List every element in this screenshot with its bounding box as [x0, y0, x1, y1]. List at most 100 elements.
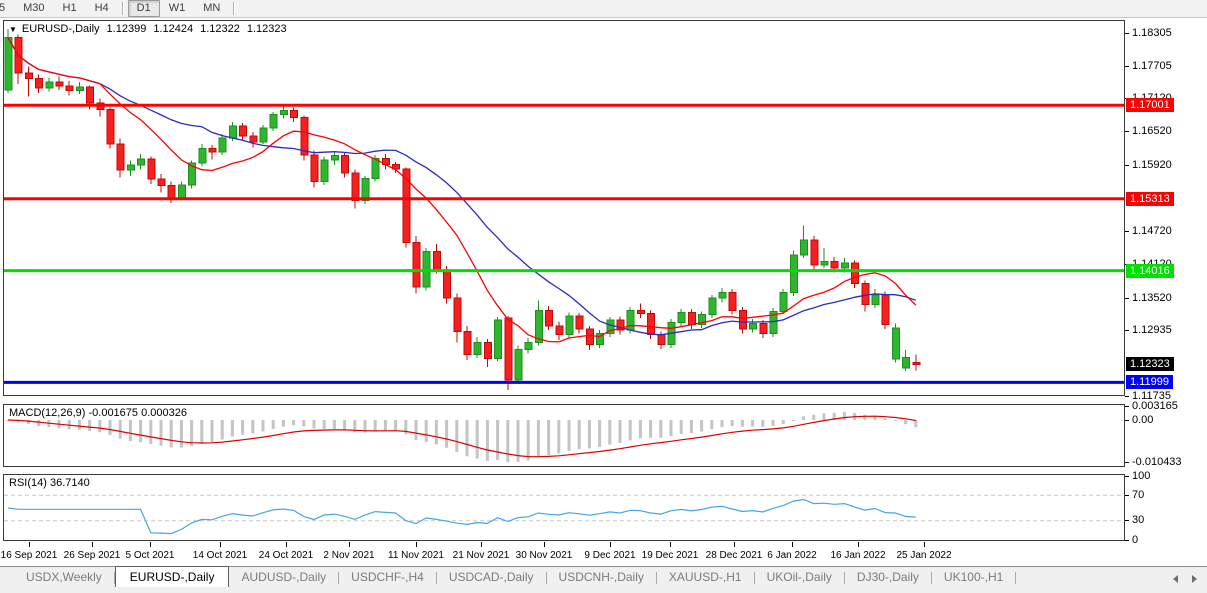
- candle-body: [36, 79, 43, 88]
- candle-body: [648, 314, 655, 335]
- macd-histogram-bar: [180, 420, 183, 448]
- macd-histogram-bar: [904, 420, 907, 424]
- chart-tab-usdchf-h4[interactable]: USDCHF-,H4: [339, 567, 436, 586]
- timeframe-button-w1[interactable]: W1: [160, 0, 195, 17]
- macd-histogram-bar: [455, 420, 458, 452]
- tabs-scroll-right-icon[interactable]: [1192, 575, 1197, 583]
- macd-indicator-panel[interactable]: MACD(12,26,9) -0.001675 0.000326: [3, 404, 1125, 467]
- price-axis-label: 1.12935: [1125, 324, 1172, 337]
- macd-histogram-bar: [659, 420, 662, 438]
- main-chart-panel[interactable]: ▼EURUSD-,Daily1.123991.124241.123221.123…: [3, 20, 1125, 396]
- date-axis-label: 16 Sep 2021: [1, 550, 58, 561]
- candle-body: [760, 324, 767, 334]
- level-price-label: 1.15313: [1126, 192, 1174, 206]
- candle-body: [403, 169, 410, 243]
- timeframe-button-h1[interactable]: H1: [54, 0, 86, 17]
- macd-histogram-bar: [149, 420, 152, 444]
- candle-body: [903, 357, 910, 368]
- timeframe-button-m30[interactable]: M30: [14, 0, 53, 17]
- current-price-label: 1.12323: [1126, 357, 1174, 371]
- macd-histogram-bar: [343, 420, 346, 430]
- axis-tick-mark: [1125, 540, 1129, 541]
- price-axis-label: 1.17705: [1125, 60, 1172, 73]
- macd-histogram-bar: [302, 420, 305, 426]
- tabs-scroll-left-icon[interactable]: [1173, 575, 1178, 583]
- chart-tab-usdcnh-daily[interactable]: USDCNH-,Daily: [547, 567, 656, 586]
- candle-body: [331, 156, 338, 160]
- chart-tab-eurusd-daily[interactable]: EURUSD-,Daily: [115, 566, 230, 587]
- main-chart-canvas[interactable]: [4, 21, 1124, 395]
- macd-signal-line: [8, 416, 916, 457]
- macd-histogram-bar: [333, 420, 336, 429]
- candle-body: [811, 240, 818, 265]
- date-tick-mark: [792, 542, 793, 547]
- candle-body: [841, 263, 848, 268]
- rsi-canvas[interactable]: [4, 475, 1124, 540]
- macd-histogram-bar: [547, 420, 550, 455]
- chart-title-symbol: EURUSD-,Daily: [22, 23, 100, 35]
- candle-body: [107, 110, 114, 144]
- date-tick-mark: [481, 542, 482, 547]
- date-tick-mark: [544, 542, 545, 547]
- date-axis-label: 2 Nov 2021: [323, 550, 374, 561]
- macd-histogram-bar: [170, 420, 173, 447]
- chart-tab-ukoil-daily[interactable]: UKOil-,Daily: [755, 567, 844, 586]
- candle-body: [790, 255, 797, 293]
- candle-body: [148, 159, 155, 179]
- timeframe-button-d1[interactable]: D1: [128, 0, 160, 17]
- macd-histogram-bar: [690, 420, 693, 433]
- candle-body: [688, 312, 695, 324]
- candle-body: [576, 316, 583, 329]
- macd-histogram-bar: [527, 420, 530, 461]
- timeframe-button-5[interactable]: 5: [0, 0, 14, 17]
- macd-label: MACD(12,26,9) -0.001675 0.000326: [9, 407, 187, 419]
- toolbar-separator: [233, 2, 235, 15]
- rsi-indicator-panel[interactable]: RSI(14) 36.7140: [3, 474, 1125, 541]
- macd-histogram-bar: [772, 420, 775, 426]
- ma-slow-line: [8, 38, 916, 335]
- macd-histogram-bar: [619, 420, 622, 443]
- symbol-tab-bar: USDX,WeeklyEURUSD-,DailyAUDUSD-,DailyUSD…: [0, 566, 1207, 593]
- chart-tab-uk100-h1[interactable]: UK100-,H1: [932, 567, 1015, 586]
- candle-body: [627, 310, 634, 330]
- chart-dropdown-icon[interactable]: ▼: [9, 25, 17, 34]
- rsi-axis-label: 0: [1125, 534, 1138, 547]
- date-tick-mark: [416, 542, 417, 547]
- date-tick-mark: [220, 542, 221, 547]
- macd-histogram-bar: [506, 420, 509, 462]
- axis-tick-mark: [1125, 330, 1129, 331]
- candle-body: [117, 144, 124, 170]
- candle-body: [56, 82, 63, 86]
- axis-tick-mark: [1125, 66, 1129, 67]
- candle-body: [433, 252, 440, 271]
- candle-body: [801, 240, 808, 255]
- candle-body: [709, 298, 716, 315]
- candle-body: [352, 173, 359, 201]
- date-tick-mark: [286, 542, 287, 547]
- tab-separator: [1015, 572, 1016, 584]
- macd-histogram-bar: [88, 420, 91, 431]
- chart-title: ▼EURUSD-,Daily1.123991.124241.123221.123…: [9, 23, 287, 35]
- candle-body: [260, 128, 267, 142]
- macd-histogram-bar: [761, 420, 764, 427]
- macd-histogram-bar: [109, 420, 112, 435]
- macd-histogram-bar: [782, 420, 785, 424]
- date-axis-label: 9 Dec 2021: [584, 550, 635, 561]
- timeframe-button-h4[interactable]: H4: [86, 0, 118, 17]
- chart-tab-xauusd-h1[interactable]: XAUUSD-,H1: [657, 567, 754, 586]
- timeframe-toolbar: 5M30H1H4 D1W1MN: [0, 0, 1207, 18]
- timeframe-button-mn[interactable]: MN: [194, 0, 229, 17]
- axis-tick-mark: [1125, 33, 1129, 34]
- candle-body: [311, 155, 318, 182]
- candle-body: [637, 310, 644, 313]
- date-axis-label: 5 Oct 2021: [126, 550, 175, 561]
- candle-body: [127, 165, 134, 170]
- chart-tab-dj30-daily[interactable]: DJ30-,Daily: [845, 567, 931, 586]
- chart-tab-usdx-weekly[interactable]: USDX,Weekly: [14, 567, 114, 586]
- macd-histogram-bar: [160, 420, 163, 446]
- macd-axis-label: 0.00: [1125, 414, 1153, 427]
- macd-histogram-bar: [751, 420, 754, 427]
- chart-tab-audusd-daily[interactable]: AUDUSD-,Daily: [229, 567, 338, 586]
- price-axis-label: 1.18305: [1125, 27, 1172, 40]
- chart-tab-usdcad-daily[interactable]: USDCAD-,Daily: [437, 567, 546, 586]
